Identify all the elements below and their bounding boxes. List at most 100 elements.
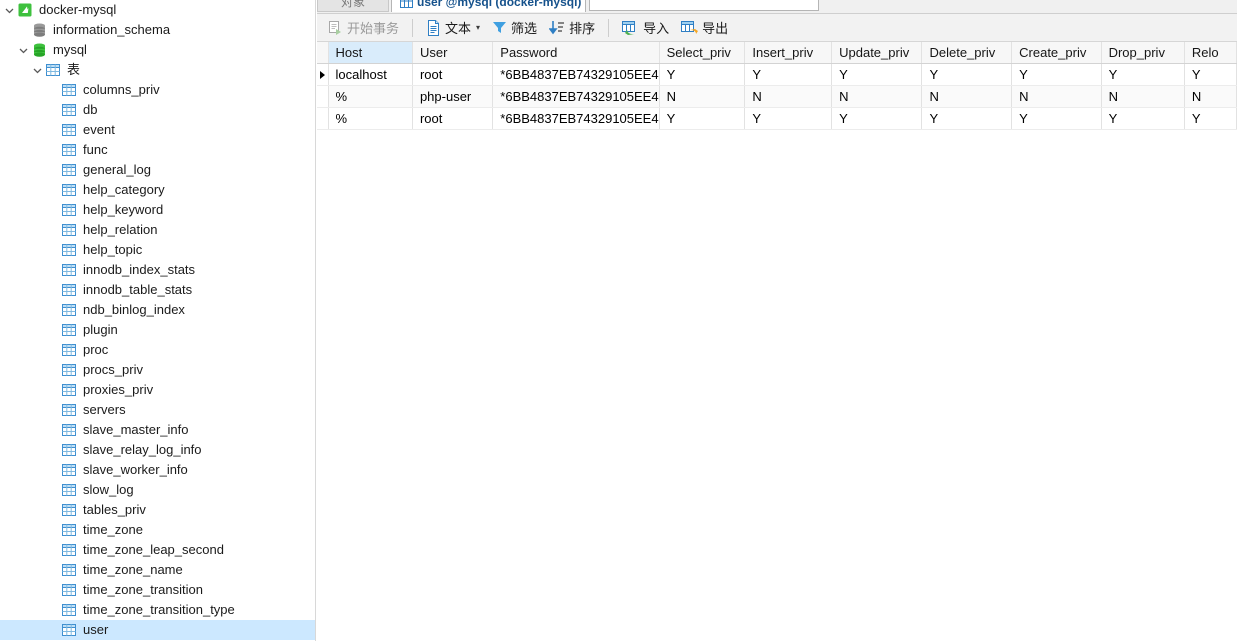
column-header-insert_priv[interactable]: Insert_priv [744, 42, 833, 64]
cell-update_priv[interactable]: Y [831, 63, 923, 86]
tree-node-slave_relay_log_info[interactable]: slave_relay_log_info [0, 440, 315, 460]
data-grid[interactable]: Host User Password Select_priv Insert_priv Up… [317, 42, 1237, 630]
tree-node-slow_log[interactable]: slow_log [0, 480, 315, 500]
column-header-host[interactable]: Host [328, 42, 413, 64]
tree-node-db[interactable]: db [0, 100, 315, 120]
column-header-drop_priv[interactable]: Drop_priv [1101, 42, 1185, 64]
row-gutter[interactable] [317, 107, 329, 130]
tree-node-func[interactable]: func [0, 140, 315, 160]
cell-user[interactable]: root [412, 107, 494, 130]
tree-node-plugin[interactable]: plugin [0, 320, 315, 340]
tree-node-servers[interactable]: servers [0, 400, 315, 420]
tree-node-help_topic[interactable]: help_topic [0, 240, 315, 260]
tree-node-proc[interactable]: proc [0, 340, 315, 360]
cell-relo[interactable]: Y [1184, 63, 1237, 86]
cell-create_priv[interactable]: N [1011, 85, 1102, 108]
cell-insert_priv[interactable]: Y [744, 107, 833, 130]
tree-node-general_log[interactable]: general_log [0, 160, 315, 180]
column-header-password[interactable]: Password [492, 42, 660, 64]
row-gutter[interactable] [317, 85, 329, 108]
cell-relo[interactable]: Y [1184, 107, 1237, 130]
tab-search-input[interactable] [589, 0, 819, 11]
cell-host[interactable]: % [328, 107, 413, 130]
column-header-delete_priv[interactable]: Delete_priv [921, 42, 1013, 64]
cell-select_priv[interactable]: Y [659, 63, 746, 86]
column-header-create_priv[interactable]: Create_priv [1011, 42, 1102, 64]
row-gutter[interactable] [317, 63, 329, 86]
database-tree[interactable]: docker-mysql information_schema mysql 表 colu… [0, 0, 315, 640]
tree-node-time_zone[interactable]: time_zone [0, 520, 315, 540]
tree-node-time_zone_transition_type[interactable]: time_zone_transition_type [0, 600, 315, 620]
tree-node-time_zone_transition[interactable]: time_zone_transition [0, 580, 315, 600]
chevron-down-icon[interactable]: ▾ [476, 23, 480, 32]
cell-create_priv[interactable]: Y [1011, 107, 1102, 130]
cell-password[interactable]: *6BB4837EB74329105EE4 [492, 85, 660, 108]
chevron-down-icon[interactable] [30, 60, 44, 80]
cell-select_priv[interactable]: N [659, 85, 746, 108]
tree-node-help_category[interactable]: help_category [0, 180, 315, 200]
tree-node-label: slow_log [83, 482, 134, 497]
cell-password[interactable]: *6BB4837EB74329105EE4 [492, 107, 660, 130]
chevron-down-icon[interactable] [2, 0, 16, 20]
tree-node-slave_worker_info[interactable]: slave_worker_info [0, 460, 315, 480]
tree-node-time_zone_name[interactable]: time_zone_name [0, 560, 315, 580]
column-header-relo[interactable]: Relo [1184, 42, 1237, 64]
tab-strip[interactable]: 对象 user @mysql (docker-mysql) [317, 0, 1237, 14]
cell-insert_priv[interactable]: N [744, 85, 833, 108]
cell-update_priv[interactable]: N [831, 85, 923, 108]
tree-node-innodb_table_stats[interactable]: innodb_table_stats [0, 280, 315, 300]
cell-drop_priv[interactable]: Y [1101, 63, 1185, 86]
grid-toolbar[interactable]: 开始事务 文本 ▾ 筛选 排序 导入 导出 [317, 14, 1237, 42]
text-view-button[interactable]: 文本 ▾ [420, 17, 486, 39]
column-header-select_priv[interactable]: Select_priv [659, 42, 746, 64]
tree-node-mysql[interactable]: mysql [0, 40, 315, 60]
tree-node-information_schema[interactable]: information_schema [0, 20, 315, 40]
export-button[interactable]: 导出 [675, 17, 734, 39]
tree-node-slave_master_info[interactable]: slave_master_info [0, 420, 315, 440]
cell-password[interactable]: *6BB4837EB74329105EE4 [492, 63, 660, 86]
cell-host[interactable]: localhost [328, 63, 413, 86]
tree-node-tables_priv[interactable]: tables_priv [0, 500, 315, 520]
tree-node-innodb_index_stats[interactable]: innodb_index_stats [0, 260, 315, 280]
chevron-down-icon[interactable] [16, 40, 30, 60]
table-row[interactable]: localhost root *6BB4837EB74329105EE4 Y Y Y Y Y Y… [317, 63, 1237, 86]
cell-select_priv[interactable]: Y [659, 107, 746, 130]
column-header-update_priv[interactable]: Update_priv [831, 42, 923, 64]
cell-update_priv[interactable]: Y [831, 107, 923, 130]
tree-node-user[interactable]: user [0, 620, 315, 640]
tab-objects[interactable]: 对象 [317, 0, 389, 12]
cell-create_priv[interactable]: Y [1011, 63, 1102, 86]
cell-user[interactable]: root [412, 63, 494, 86]
tree-node-ndb_binlog_index[interactable]: ndb_binlog_index [0, 300, 315, 320]
object-tree-sidebar[interactable]: docker-mysql information_schema mysql 表 colu… [0, 0, 316, 641]
cell-delete_priv[interactable]: N [921, 85, 1013, 108]
cell-delete_priv[interactable]: Y [921, 63, 1013, 86]
cell-insert_priv[interactable]: Y [744, 63, 833, 86]
table-row[interactable]: % root *6BB4837EB74329105EE4 Y Y Y Y Y Y Y [317, 107, 1237, 130]
cell-delete_priv[interactable]: Y [921, 107, 1013, 130]
connection-icon [16, 0, 34, 20]
user-table[interactable]: Host User Password Select_priv Insert_priv Up… [317, 42, 1237, 130]
begin-transaction-button[interactable]: 开始事务 [322, 17, 405, 39]
cell-host[interactable]: % [328, 85, 413, 108]
tree-node-time_zone_leap_second[interactable]: time_zone_leap_second [0, 540, 315, 560]
tree-node-event[interactable]: event [0, 120, 315, 140]
import-button[interactable]: 导入 [616, 17, 675, 39]
cell-drop_priv[interactable]: N [1101, 85, 1185, 108]
column-header-user[interactable]: User [412, 42, 494, 64]
table-row[interactable]: % php-user *6BB4837EB74329105EE4 N N N N N N N [317, 85, 1237, 108]
tree-node-dockermysql[interactable]: docker-mysql [0, 0, 315, 20]
cell-user[interactable]: php-user [412, 85, 494, 108]
filter-button[interactable]: 筛选 [486, 17, 543, 39]
tree-node-proxies_priv[interactable]: proxies_priv [0, 380, 315, 400]
tree-node-help_relation[interactable]: help_relation [0, 220, 315, 240]
cell-drop_priv[interactable]: Y [1101, 107, 1185, 130]
sort-button[interactable]: 排序 [543, 17, 601, 39]
tree-node-[interactable]: 表 [0, 60, 315, 80]
table-body[interactable]: localhost root *6BB4837EB74329105EE4 Y Y Y Y Y Y… [317, 63, 1237, 130]
tree-node-columns_priv[interactable]: columns_priv [0, 80, 315, 100]
cell-relo[interactable]: N [1184, 85, 1237, 108]
tree-node-procs_priv[interactable]: procs_priv [0, 360, 315, 380]
tree-node-help_keyword[interactable]: help_keyword [0, 200, 315, 220]
tab-user-table[interactable]: user @mysql (docker-mysql) [391, 0, 586, 12]
